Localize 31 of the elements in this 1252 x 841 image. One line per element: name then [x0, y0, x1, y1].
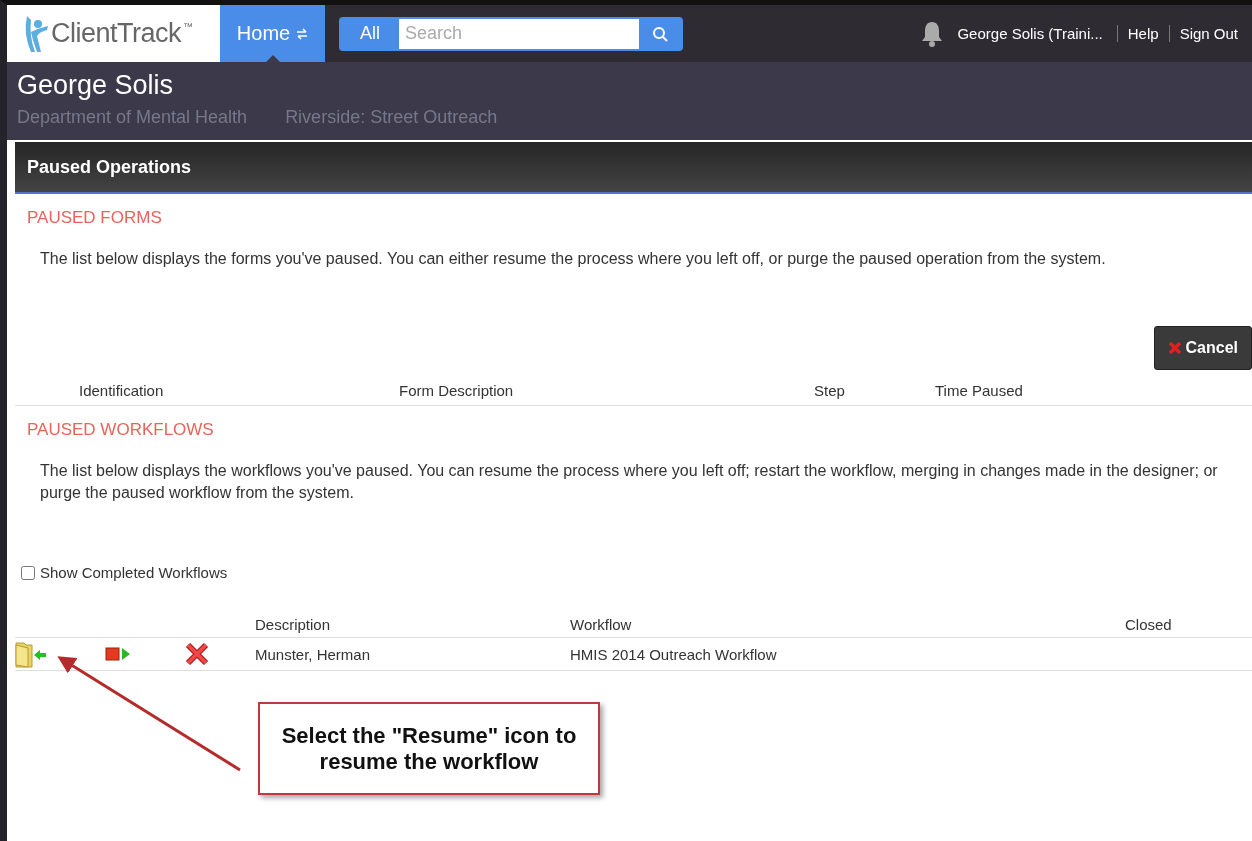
cancel-button[interactable]: Cancel	[1153, 326, 1252, 370]
client-name: George Solis	[17, 70, 175, 101]
annotation-text: Select the "Resume" icon to resume the workflow	[280, 722, 578, 775]
column-header: Closed	[1125, 615, 1173, 633]
section-heading: PAUSED WORKFLOWS	[26, 419, 215, 440]
show-completed-label[interactable]: Show Completed Workflows	[21, 564, 1252, 581]
column-header: Form Description	[399, 382, 515, 399]
clienttrack-logo: ClientTrack$^{™}$	[7, 5, 220, 62]
header-link[interactable]: Help	[1116, 25, 1169, 42]
section-heading: PAUSED FORMS	[26, 207, 163, 228]
section-description: The list below displays the forms you've paused. You can either resume the process where you left off, or purge the paused operation from the system.	[39, 249, 1107, 269]
table-cell-text: Munster, Herman	[255, 645, 372, 663]
department-label: Department of Mental Health	[17, 107, 248, 128]
column-header: Description	[255, 615, 332, 633]
search-field[interactable]: Search	[399, 18, 639, 49]
section-description: The list below displays the workflows you've paused. You can resume the process where you left off; restart the workflow, merging in changes made in the designer; or purge the paused workflow from the system.	[39, 461, 1219, 503]
program-label: Riverside: Street Outreach	[285, 107, 498, 128]
search-icon	[652, 25, 668, 42]
cross-icon[interactable]	[185, 642, 209, 666]
show-completed-checkbox[interactable]	[21, 565, 35, 580]
column-header: Time Paused	[935, 382, 1024, 399]
swap-arrows-icon	[296, 27, 309, 40]
stop-play-icon[interactable]	[105, 647, 131, 661]
header-link[interactable]: Sign Out	[1168, 25, 1238, 42]
column-header: Step	[814, 382, 846, 399]
user-menu-link[interactable]: George Solis (Traini...	[957, 25, 1103, 42]
column-header: Identification	[79, 382, 165, 399]
panel-title: Paused Operations	[15, 142, 1252, 194]
column-header: Workflow	[570, 615, 633, 633]
table-cell-text: HMIS 2014 Outreach Workflow	[570, 645, 778, 663]
cross-icon	[1167, 341, 1182, 355]
